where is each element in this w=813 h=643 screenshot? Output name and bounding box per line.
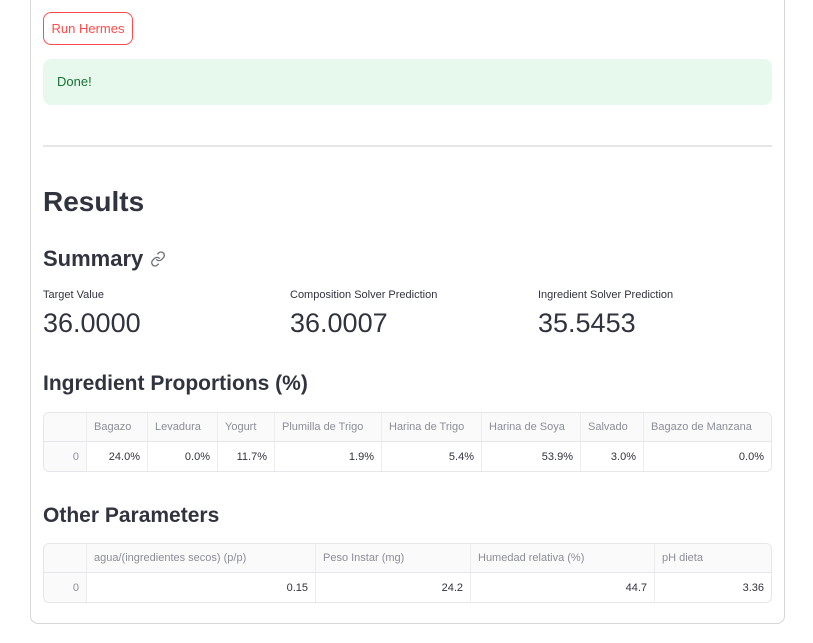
metric-label: Composition Solver Prediction (290, 289, 438, 301)
metric-composition-solver: Composition Solver Prediction 36.0007 (290, 289, 437, 339)
table-header-row: agua/(ingredientes secos) (p/p) Peso Ins… (44, 544, 771, 573)
ingredient-proportions-heading: Ingredient Proportions (%) (43, 372, 308, 395)
table-cell[interactable]: 11.7% (218, 442, 275, 471)
table-header-row: Bagazo Levadura Yogurt Plumilla de Trigo… (44, 413, 771, 442)
table-cell[interactable]: 0.0% (148, 442, 218, 471)
table-cell[interactable]: 1.9% (275, 442, 382, 471)
metric-target-value: Target Value 36.0000 (43, 289, 141, 339)
metric-label: Target Value (43, 289, 104, 301)
column-header[interactable]: Levadura (148, 413, 218, 442)
metric-value: 36.0000 (43, 308, 141, 338)
table-row: 0 24.0% 0.0% 11.7% 1.9% 5.4% 53.9% 3.0% … (44, 442, 771, 471)
column-header[interactable]: Harina de Trigo (382, 413, 482, 442)
table-cell[interactable]: 0.0% (644, 442, 771, 471)
column-header[interactable]: Peso Instar (mg) (316, 544, 471, 573)
column-header-index[interactable] (44, 413, 87, 442)
table-row: 0 0.15 24.2 44.7 3.36 (44, 573, 771, 602)
success-message: Done! (57, 74, 92, 89)
metric-ingredient-solver: Ingredient Solver Prediction 35.5453 (538, 289, 673, 339)
table-cell[interactable]: 3.0% (581, 442, 644, 471)
column-header[interactable]: Harina de Soya (482, 413, 581, 442)
divider (43, 145, 772, 147)
metric-label: Ingredient Solver Prediction (538, 289, 674, 301)
row-index[interactable]: 0 (44, 573, 87, 602)
column-header[interactable]: Humedad relativa (%) (471, 544, 655, 573)
column-header[interactable]: Plumilla de Trigo (275, 413, 382, 442)
summary-heading: Summary (43, 246, 166, 272)
other-parameters-table[interactable]: agua/(ingredientes secos) (p/p) Peso Ins… (43, 543, 772, 603)
metric-value: 35.5453 (538, 308, 636, 338)
summary-heading-text: Summary (43, 246, 144, 271)
column-header[interactable]: agua/(ingredientes secos) (p/p) (87, 544, 316, 573)
row-index[interactable]: 0 (44, 442, 87, 471)
table-cell[interactable]: 24.2 (316, 573, 471, 602)
table-cell[interactable]: 5.4% (382, 442, 482, 471)
table-cell[interactable]: 53.9% (482, 442, 581, 471)
column-header[interactable]: pH dieta (655, 544, 771, 573)
metric-value: 36.0007 (290, 308, 388, 338)
success-alert: Done! (43, 59, 772, 105)
column-header[interactable]: Yogurt (218, 413, 275, 442)
link-icon[interactable] (150, 251, 166, 267)
table-cell[interactable]: 3.36 (655, 573, 771, 602)
column-header[interactable]: Bagazo de Manzana (644, 413, 771, 442)
other-parameters-heading: Other Parameters (43, 504, 220, 527)
ingredient-proportions-table[interactable]: Bagazo Levadura Yogurt Plumilla de Trigo… (43, 412, 772, 472)
table-cell[interactable]: 0.15 (87, 573, 316, 602)
results-heading: Results (43, 186, 145, 217)
table-cell[interactable]: 44.7 (471, 573, 655, 602)
run-hermes-button[interactable]: Run Hermes (43, 12, 133, 45)
column-header-index[interactable] (44, 544, 87, 573)
column-header[interactable]: Salvado (581, 413, 644, 442)
column-header[interactable]: Bagazo (87, 413, 148, 442)
table-cell[interactable]: 24.0% (87, 442, 148, 471)
